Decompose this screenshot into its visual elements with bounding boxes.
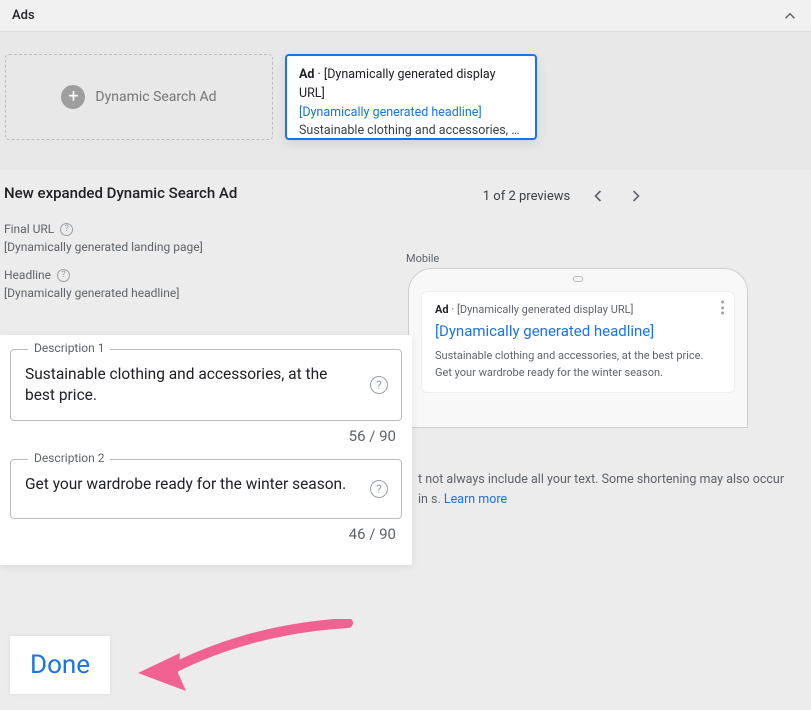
description-2-field: Description 2 Get your wardrobe ready fo… xyxy=(10,459,402,519)
preview-headline: [Dynamically generated headline] xyxy=(435,322,721,340)
final-url-value: [Dynamically generated landing page] xyxy=(4,240,314,254)
kebab-icon[interactable]: ••• xyxy=(720,301,725,318)
ad-headline: [Dynamically generated headline] xyxy=(299,104,523,123)
description-2-counter: 46 / 90 xyxy=(10,519,402,557)
description-2-label: Description 2 xyxy=(28,451,110,465)
ad-badge: Ad xyxy=(435,303,449,316)
panel-title: New expanded Dynamic Search Ad xyxy=(4,182,314,218)
ad-card-selected[interactable]: Ad · [Dynamically generated display URL]… xyxy=(285,54,537,140)
ad-badge: Ad xyxy=(299,67,314,82)
next-icon[interactable] xyxy=(626,186,646,206)
learn-more-link[interactable]: Learn more xyxy=(444,492,507,507)
plus-icon: + xyxy=(61,85,85,109)
prev-icon[interactable] xyxy=(588,186,608,206)
section-title: Ads xyxy=(12,8,35,23)
help-icon[interactable]: ? xyxy=(370,480,388,498)
descriptions-editor: Description 1 Sustainable clothing and a… xyxy=(0,335,412,565)
description-1-label: Description 1 xyxy=(28,341,110,355)
headline-label: Headline ? xyxy=(4,268,314,282)
help-icon[interactable]: ? xyxy=(370,376,388,394)
add-ad-slot[interactable]: + Dynamic Search Ad xyxy=(5,54,273,140)
preview-counter: 1 of 2 previews xyxy=(483,189,570,204)
phone-notch xyxy=(573,276,583,282)
preview-nav: 1 of 2 previews xyxy=(328,186,801,206)
section-header[interactable]: Ads xyxy=(0,0,811,32)
done-button[interactable]: Done xyxy=(10,636,110,694)
description-1-input[interactable]: Sustainable clothing and accessories, at… xyxy=(10,349,402,421)
preview-body: Sustainable clothing and accessories, at… xyxy=(435,348,721,381)
description-1-field: Description 1 Sustainable clothing and a… xyxy=(10,349,402,421)
truncation-note: t not always include all your text. Some… xyxy=(418,470,788,510)
help-icon[interactable]: ? xyxy=(60,223,73,236)
preview-display-url: [Dynamically generated display URL] xyxy=(457,303,634,316)
add-ad-label: Dynamic Search Ad xyxy=(95,89,216,105)
collapse-icon[interactable] xyxy=(781,7,799,25)
mobile-preview-frame: ••• Ad · [Dynamically generated display … xyxy=(408,268,748,428)
ads-row: + Dynamic Search Ad Ad · [Dynamically ge… xyxy=(0,32,811,170)
description-2-input[interactable]: Get your wardrobe ready for the winter s… xyxy=(10,459,402,519)
ad-display-url: [Dynamically generated display URL] xyxy=(299,67,496,101)
headline-value: [Dynamically generated headline] xyxy=(4,286,314,300)
ad-snippet: Sustainable clothing and accessories, … xyxy=(299,122,523,141)
final-url-label: Final URL ? xyxy=(4,222,314,236)
help-icon[interactable]: ? xyxy=(57,269,70,282)
device-label: Mobile xyxy=(406,252,439,265)
mobile-ad-card: ••• Ad · [Dynamically generated display … xyxy=(421,291,735,393)
